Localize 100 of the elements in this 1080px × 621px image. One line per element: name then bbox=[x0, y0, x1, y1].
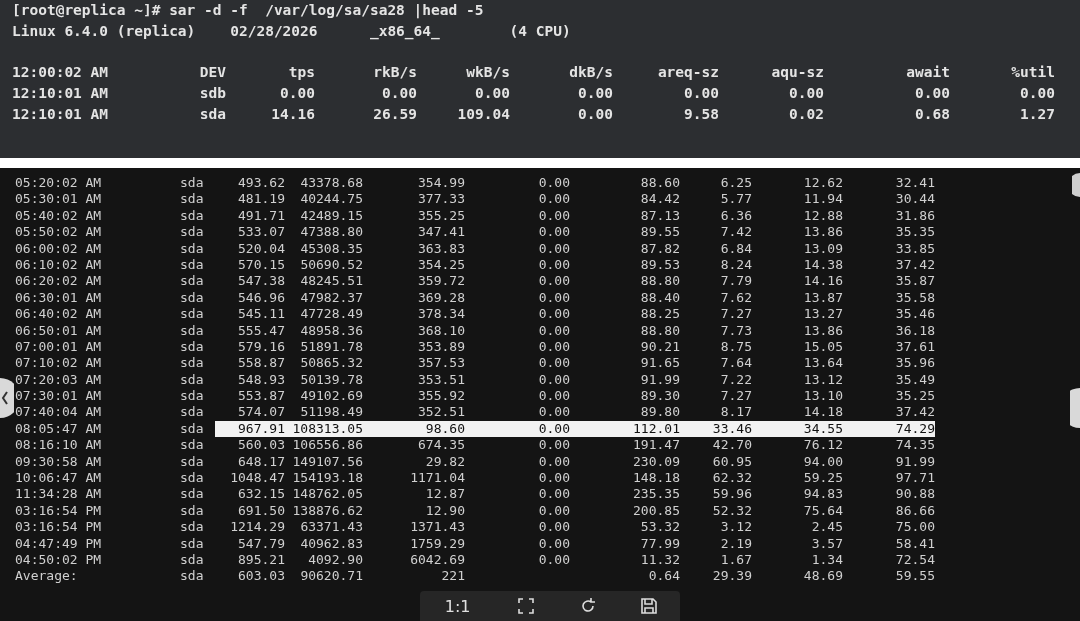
table-cell-text: 106556.86 bbox=[291, 437, 363, 454]
table-cell-text: 355.25 bbox=[417, 207, 465, 225]
table-cell-text: 49102.69 bbox=[299, 388, 363, 405]
column-header: %util bbox=[1011, 63, 1055, 82]
table-cell-text: 0.00 bbox=[537, 306, 570, 323]
table-cell-text: 48958.36 bbox=[299, 322, 363, 339]
table-cell-text: 9.58 bbox=[684, 105, 719, 124]
table-cell: 04:47:49 PM bbox=[15, 535, 102, 552]
table-cell: 05:50:02 AM bbox=[15, 224, 102, 241]
table-cell-text: 555.47 bbox=[237, 322, 285, 339]
table-cell-text: 154193.18 bbox=[291, 470, 363, 487]
table-cell-text: 14.16 bbox=[802, 273, 843, 290]
table-cell-text: 88.25 bbox=[639, 306, 680, 323]
table-cell-text: 77.99 bbox=[639, 535, 680, 552]
table-cell-text: 97.71 bbox=[894, 470, 935, 487]
table-cell-text: sda bbox=[199, 105, 226, 124]
table-cell-text: 0.00 bbox=[537, 175, 570, 192]
table-cell: sda bbox=[180, 502, 204, 520]
table-cell-text: 354.99 bbox=[417, 175, 465, 192]
table-cell: 0.00 bbox=[465, 420, 570, 438]
table-cell-text: 359.72 bbox=[417, 273, 465, 290]
table-cell-text: 32.41 bbox=[894, 175, 935, 192]
table-cell-text: 0.00 bbox=[1020, 84, 1055, 103]
table-cell-text: 13.12 bbox=[802, 371, 843, 389]
table-cell-text: 0.00 bbox=[537, 256, 570, 274]
table-cell-text: 47982.37 bbox=[299, 289, 363, 307]
table-cell-text: 87.13 bbox=[639, 207, 680, 225]
table-cell-text: 75.64 bbox=[802, 502, 843, 520]
table-cell-text: 94.83 bbox=[802, 486, 843, 503]
table-cell-text: 50690.52 bbox=[299, 256, 363, 274]
table-cell-text: 50865.32 bbox=[299, 355, 363, 372]
table-cell-text: 13.64 bbox=[802, 355, 843, 372]
table-cell-text: 0.00 bbox=[684, 84, 719, 103]
table-cell-text: 88.80 bbox=[639, 273, 680, 290]
table-cell: 33.46 bbox=[680, 420, 752, 438]
table-cell-text: 40962.83 bbox=[299, 535, 363, 552]
table-cell: sda bbox=[180, 338, 204, 356]
table-cell-text: 29.39 bbox=[711, 568, 752, 585]
fit-screen-icon[interactable] bbox=[516, 596, 537, 616]
table-cell-text: 8.75 bbox=[719, 338, 752, 356]
table-cell-text: 0.00 bbox=[382, 84, 417, 103]
table-cell-text: 11.32 bbox=[639, 552, 680, 569]
table-cell-text: 15.05 bbox=[802, 338, 843, 356]
table-cell-text: 88.40 bbox=[639, 289, 680, 307]
table-cell-text: 8.17 bbox=[719, 404, 752, 421]
table-cell-text: 58.41 bbox=[894, 535, 935, 552]
table-cell-text: 12.87 bbox=[424, 486, 465, 503]
table-cell-text: 0.00 bbox=[537, 486, 570, 503]
table-cell-text: 13.09 bbox=[802, 240, 843, 257]
table-cell-text: 12.90 bbox=[424, 502, 465, 520]
table-cell: sda bbox=[180, 256, 204, 274]
table-cell-text: 0.00 bbox=[578, 84, 613, 103]
table-cell-text: 5.77 bbox=[719, 191, 752, 208]
table-cell-text: 0.00 bbox=[475, 84, 510, 103]
table-cell-text: 0.00 bbox=[578, 105, 613, 124]
table-cell: 07:10:02 AM bbox=[15, 355, 102, 372]
table-cell-text: 91.65 bbox=[639, 355, 680, 372]
table-cell-text: 1048.47 bbox=[229, 470, 285, 487]
table-cell-text: 35.35 bbox=[894, 224, 935, 241]
table-cell-text: 0.64 bbox=[647, 568, 680, 585]
table-cell-text: 0.00 bbox=[537, 535, 570, 552]
table-cell: sda bbox=[180, 420, 204, 438]
table-cell-text: 363.83 bbox=[417, 240, 465, 257]
actual-size-button[interactable]: 1:1 bbox=[440, 596, 475, 616]
table-cell-text: 0.00 bbox=[537, 224, 570, 241]
table-cell-text: 74.35 bbox=[894, 437, 935, 454]
save-icon[interactable] bbox=[639, 596, 660, 616]
table-cell-text: 37.61 bbox=[894, 338, 935, 356]
table-cell-text: 6.25 bbox=[719, 175, 752, 192]
table-cell-text: 35.46 bbox=[894, 306, 935, 323]
table-cell-text: 72.54 bbox=[894, 552, 935, 569]
table-cell-text: 148.18 bbox=[632, 470, 680, 487]
table-cell-text: 0.00 bbox=[537, 207, 570, 225]
column-header: dkB/s bbox=[569, 63, 613, 82]
table-cell-text: 76.12 bbox=[802, 437, 843, 454]
table-cell-text: 6042.69 bbox=[409, 552, 465, 569]
table-cell-text: 42489.15 bbox=[299, 207, 363, 225]
table-cell-text: 109.04 bbox=[457, 105, 510, 124]
table-cell-text: 553.87 bbox=[237, 388, 285, 405]
table-cell-text: 13.27 bbox=[802, 306, 843, 323]
column-header: areq-sz bbox=[657, 63, 719, 82]
next-button[interactable] bbox=[1070, 388, 1080, 428]
table-cell-text: 355.92 bbox=[417, 388, 465, 405]
table-cell-text: 352.51 bbox=[417, 404, 465, 421]
table-cell: 07:20:03 AM bbox=[15, 371, 102, 389]
table-cell-text: 88.80 bbox=[639, 322, 680, 339]
table-cell-text: 0.02 bbox=[789, 105, 824, 124]
table-cell: 112.01 bbox=[570, 420, 680, 438]
table-cell-text: 35.58 bbox=[894, 289, 935, 307]
table-cell-text: 493.62 bbox=[237, 175, 285, 192]
table-cell-text: 200.85 bbox=[632, 502, 680, 520]
table-cell-text: 4092.90 bbox=[307, 552, 363, 569]
table-cell-text: 149107.56 bbox=[291, 453, 363, 471]
table-cell-text: 90.88 bbox=[894, 486, 935, 503]
table-cell-text: 0.00 bbox=[537, 404, 570, 421]
table-cell-text: 30.44 bbox=[894, 191, 935, 208]
previous-button[interactable] bbox=[0, 378, 14, 418]
table-cell: sda bbox=[180, 224, 204, 241]
table-cell-text: 369.28 bbox=[417, 289, 465, 307]
table-cell-text: 368.10 bbox=[417, 322, 465, 339]
